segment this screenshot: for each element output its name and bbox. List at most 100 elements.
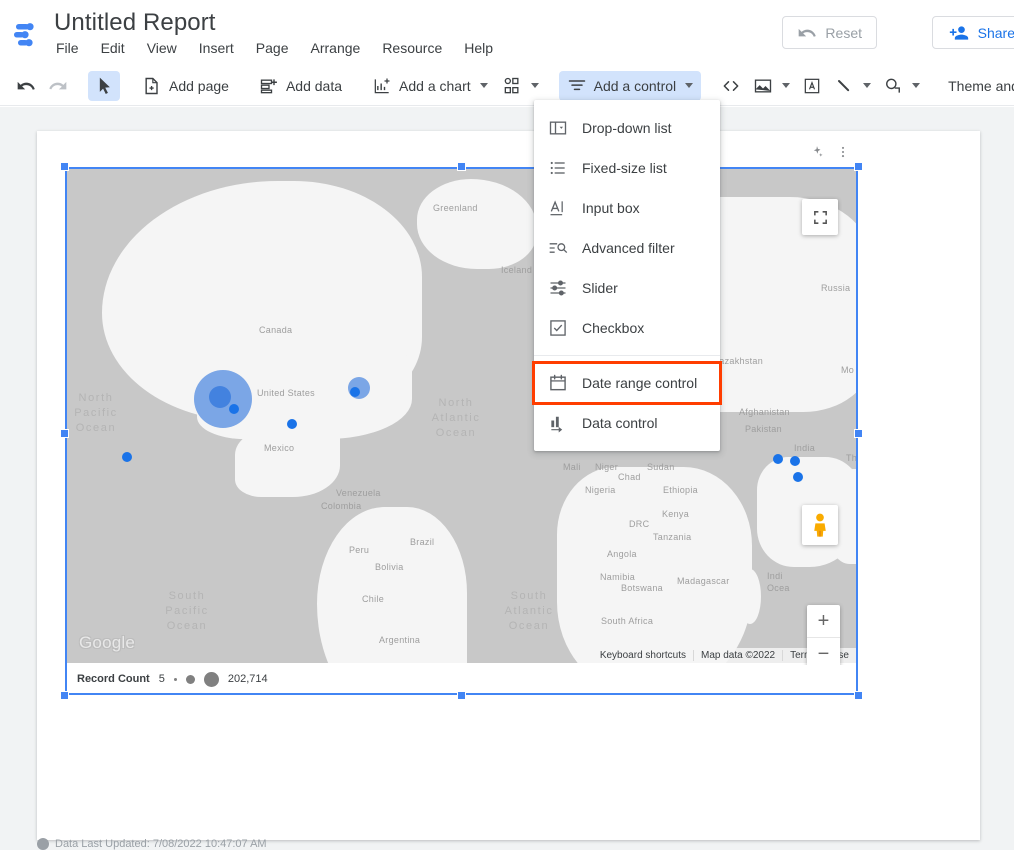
share-button[interactable]: Share [931,16,1014,49]
street-view-pegman-button[interactable] [802,505,838,545]
menu-item-drop-down-list[interactable]: Drop-down list [534,108,720,148]
map-label: South Africa [601,616,654,626]
data-control-icon [548,413,568,433]
map-label: Greenland [433,203,478,213]
menu-item-advanced-filter[interactable]: Advanced filter [534,228,720,268]
menu-item-slider[interactable]: Slider [534,268,720,308]
fullscreen-icon [813,210,827,224]
resize-handle-se[interactable] [854,691,863,700]
menu-insert[interactable]: Insert [199,40,234,56]
map-label: Kazakhstan [713,356,764,366]
chevron-down-icon [782,83,791,88]
menu-item-checkbox[interactable]: Checkbox [534,308,720,348]
reset-button[interactable]: Reset [782,16,877,49]
menu-edit[interactable]: Edit [101,40,125,56]
app-header: Untitled Report File Edit View Insert Pa… [0,0,1014,66]
landmass-madagascar [739,569,761,624]
map-label: Venezuela [336,488,381,498]
menu-page[interactable]: Page [256,40,289,56]
map-label: Chile [362,594,385,604]
legend-dot-xs [173,677,177,681]
resize-handle-s[interactable] [457,691,466,700]
image-button[interactable] [747,71,796,101]
fullscreen-button[interactable] [802,199,838,235]
menu-item-label: Advanced filter [582,240,675,256]
map-bubble[interactable] [350,387,360,397]
add-chart-label: Add a chart [399,77,471,94]
menu-item-date-range-control[interactable]: Date range control [532,361,722,405]
canvas-area[interactable]: Greenland Iceland Russia Canada Kazakhstan Mo… [0,107,1014,850]
street-view-pegman-icon [814,513,826,537]
map-data-text: Map data ©2022 [693,650,782,661]
drop-down-list-icon [548,118,568,138]
google-watermark: Google [79,633,136,652]
community-visualization-icon [502,76,522,96]
embed-code-button[interactable] [715,71,747,101]
undo-icon [797,23,817,43]
map-label: Colombia [321,501,362,511]
resize-handle-ne[interactable] [854,162,863,171]
text-box-button[interactable] [796,71,828,101]
map-bubble[interactable] [209,386,231,408]
line-button[interactable] [828,71,877,101]
menu-file[interactable]: File [56,40,79,56]
google-map[interactable]: Greenland Iceland Russia Canada Kazakhstan Mo… [67,169,856,663]
menu-item-data-control[interactable]: Data control [534,403,720,443]
geo-map-chart[interactable]: Greenland Iceland Russia Canada Kazakhstan Mo… [60,145,863,700]
legend-dot-sm [185,674,195,684]
map-bubble[interactable] [793,472,803,482]
resize-handle-nw[interactable] [60,162,69,171]
redo-button[interactable] [42,71,74,101]
map-label: India [794,443,816,453]
community-visualization-button[interactable] [496,71,545,101]
menu-arrange[interactable]: Arrange [311,40,361,56]
undo-button[interactable] [10,71,42,101]
shape-button[interactable] [877,71,926,101]
map-bubble[interactable] [790,456,800,466]
map-bubble[interactable] [229,404,239,414]
map-label: Peru [349,545,370,555]
resize-handle-w[interactable] [60,429,69,438]
menu-item-input-box[interactable]: Input box [534,188,720,228]
menu-view[interactable]: View [147,40,177,56]
map-label: Ethiopia [663,485,698,495]
add-control-menu[interactable]: Drop-down list Fixed-size list Input box [532,100,722,451]
map-bubble[interactable] [287,419,297,429]
add-control-button[interactable]: Add a control [558,70,702,101]
map-label: Sudan [647,462,675,472]
landmass-mexico-centralamerica [235,427,340,497]
map-ocean-label: South Atlantic Ocean [504,590,554,632]
select-tool-button[interactable] [88,70,120,101]
theme-and-layout-button[interactable]: Theme and layout [940,71,1014,101]
keyboard-shortcuts-link[interactable]: Keyboard shortcuts [593,650,693,661]
map-label: Namibia [600,572,636,582]
embed-code-icon [721,76,741,96]
menu-item-fixed-size-list[interactable]: Fixed-size list [534,148,720,188]
menu-help[interactable]: Help [464,40,493,56]
more-options-icon[interactable] [836,145,850,164]
map-label: Madagascar [677,576,730,586]
map-label: Ocea [767,583,790,593]
add-data-button[interactable]: Add data [251,71,350,101]
resize-handle-sw[interactable] [60,691,69,700]
menu-resource[interactable]: Resource [382,40,442,56]
menu-item-label: Drop-down list [582,120,672,136]
resize-handle-e[interactable] [854,429,863,438]
add-page-button[interactable]: Add page [134,71,237,101]
map-bubble[interactable] [773,454,783,464]
page-title[interactable]: Untitled Report [54,9,216,37]
map-label: Argentina [379,635,421,645]
report-page[interactable]: Greenland Iceland Russia Canada Kazakhstan Mo… [37,131,980,840]
clock-icon [37,838,49,850]
sparkle-explore-icon[interactable] [810,145,824,164]
advanced-filter-icon [548,238,568,258]
fixed-size-list-icon [548,158,568,178]
zoom-in-button[interactable]: + [807,605,840,638]
add-chart-button[interactable]: Add a chart [364,71,496,101]
landmass-greenland [417,179,537,269]
map-bubble[interactable] [122,452,132,462]
resize-handle-n[interactable] [457,162,466,171]
map-label: Mexico [264,443,295,453]
map-label: Botswana [621,583,663,593]
map-zoom-controls[interactable]: + − [807,605,840,671]
